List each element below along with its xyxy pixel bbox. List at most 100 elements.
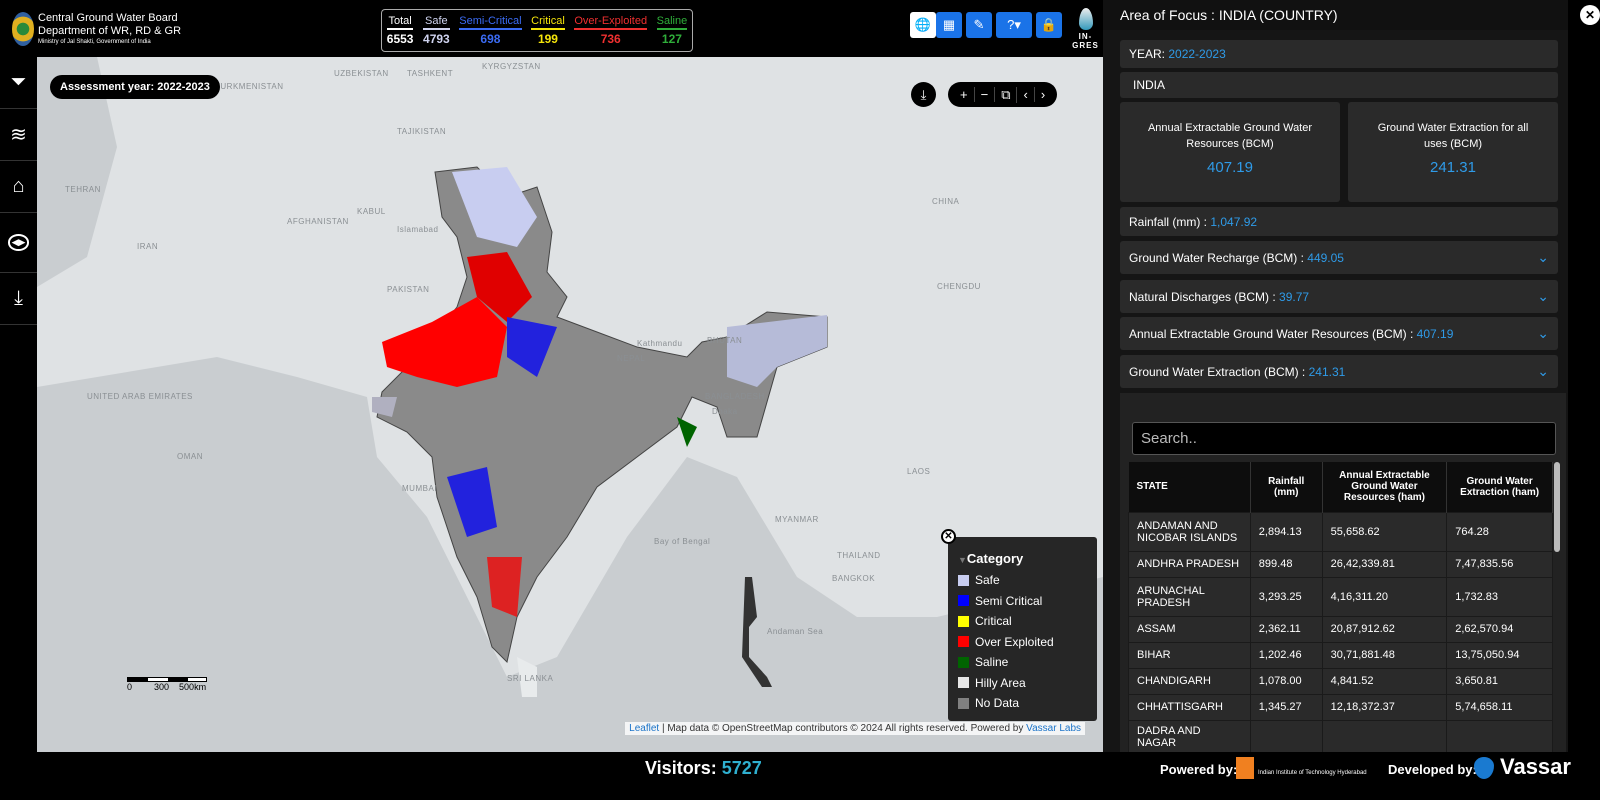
table-cell: CHANDIGARH <box>1128 667 1251 695</box>
legend-item[interactable]: No Data <box>958 693 1087 714</box>
lock-icon[interactable]: 🔒 <box>1036 12 1062 38</box>
chevron-down-icon: ⌄ <box>1537 363 1549 379</box>
map[interactable]: UZBEKISTAN TASHKENT KYRGYZSTAN TURKMENISTAN… <box>37 57 1103 752</box>
column-header[interactable]: Rainfall (mm) <box>1250 462 1323 512</box>
column-header[interactable]: STATE <box>1128 462 1251 512</box>
map-label: Andaman Sea <box>767 627 824 636</box>
help-dropdown-icon[interactable]: ?▾ <box>996 12 1032 38</box>
table-row[interactable]: ANDAMAN AND NICOBAR ISLANDS 2,894.13 55,65… <box>1128 511 1553 552</box>
swap-icon[interactable]: ◀▶ <box>0 213 37 273</box>
map-label: NEPAL <box>617 354 646 363</box>
home-icon[interactable]: ⌂ <box>0 161 37 213</box>
map-attribution: Leaflet | Map data © OpenStreetMap contr… <box>625 722 1085 735</box>
table-row[interactable]: ARUNACHAL PRADESH 3,293.25 4,16,311.20 1,73… <box>1128 576 1553 617</box>
search-input[interactable] <box>1132 422 1556 455</box>
table-row[interactable]: ANDHRA PRADESH 899.48 26,42,339.81 7,47,835… <box>1128 550 1553 578</box>
map-label: CHENGDU <box>937 282 981 291</box>
accordion-item[interactable]: Natural Discharges (BCM) : 39.77 ⌄ <box>1120 280 1558 313</box>
safe-region <box>727 315 827 387</box>
table-cell: 5,74,658.11 <box>1446 693 1553 721</box>
count-total[interactable]: Total 6553 <box>386 15 414 51</box>
legend-item[interactable]: Critical <box>958 611 1087 632</box>
legend-item[interactable]: Hilly Area <box>958 673 1087 694</box>
powered-by-label: Powered by: <box>1160 762 1238 777</box>
table-row[interactable]: BIHAR 1,202.46 30,71,881.48 13,75,050.94 <box>1128 641 1553 669</box>
category-counts: Total 6553 Safe 4793 Semi-Critical 698 Critica… <box>381 9 693 52</box>
table-cell: 26,42,339.81 <box>1321 550 1448 578</box>
zoom-in-button[interactable]: + <box>954 87 975 102</box>
map-legend: ▼Category Safe Semi Critical Critical Over … <box>948 537 1097 721</box>
table-cell: 2,62,570.94 <box>1446 615 1553 643</box>
next-extent-button[interactable]: › <box>1035 87 1051 102</box>
region-row: INDIA <box>1120 72 1558 98</box>
accordion-item[interactable]: Annual Extractable Ground Water Resource… <box>1120 317 1558 350</box>
filter-icon[interactable]: ⏷ <box>0 57 37 109</box>
table-cell: 20,87,912.62 <box>1321 615 1448 643</box>
legend-item[interactable]: Saline <box>958 652 1087 673</box>
count-saline[interactable]: Saline 127 <box>656 15 688 51</box>
assessment-year-badge: Assessment year: 2022-2023 <box>50 75 220 99</box>
saline-region <box>677 417 697 447</box>
count-safe[interactable]: Safe 4793 <box>423 15 450 51</box>
leaflet-link[interactable]: Leaflet <box>629 723 659 734</box>
table-cell: 7,47,835.56 <box>1446 550 1553 578</box>
table-row[interactable]: DADRA AND NAGAR <box>1128 719 1553 754</box>
table-cell: CHHATTISGARH <box>1128 693 1251 721</box>
table-cell <box>1249 719 1323 754</box>
legend-close-icon[interactable]: ✕ <box>941 529 956 544</box>
previous-extent-button[interactable]: ‹ <box>1017 87 1035 102</box>
download-map-icon[interactable]: ⤓ <box>911 82 936 107</box>
table-cell: ANDAMAN AND NICOBAR ISLANDS <box>1128 511 1251 552</box>
grid-icon[interactable]: ▦ <box>936 12 962 38</box>
legend-swatch <box>958 595 969 607</box>
card-extractable-resources: Annual Extractable Ground Water Resource… <box>1120 102 1340 202</box>
legend-title: Category <box>966 551 1024 566</box>
table-cell: 4,16,311.20 <box>1321 576 1448 617</box>
water-drop-icon <box>1078 8 1093 30</box>
map-label: TURKMENISTAN <box>215 82 284 91</box>
accordion-item[interactable]: Ground Water Extraction (BCM) : 241.31 ⌄ <box>1120 355 1558 388</box>
collapse-triangle-icon[interactable]: ▼ <box>958 555 967 565</box>
count-critical[interactable]: Critical 199 <box>531 15 565 51</box>
iith-logo <box>1236 757 1254 779</box>
map-label: SRI LANKA <box>507 674 554 683</box>
map-controls: + − ⧉ ‹ › <box>948 82 1058 107</box>
state-table-container: STATERainfall (mm)Annual Extractable Gro… <box>1120 393 1566 754</box>
panel-close-icon[interactable]: ✕ <box>1580 5 1600 25</box>
map-label: MUMBAI <box>402 484 437 493</box>
chevron-down-icon: ⌄ <box>1537 325 1549 341</box>
column-header[interactable]: Ground Water Extraction (ham) <box>1446 462 1553 512</box>
count-semi-critical[interactable]: Semi-Critical 698 <box>459 15 522 51</box>
map-label: AFGHANISTAN <box>287 217 349 226</box>
column-header[interactable]: Annual Extractable Ground Water Resource… <box>1322 462 1448 512</box>
table-scrollbar[interactable] <box>1554 462 1560 552</box>
legend-swatch <box>958 615 969 627</box>
legend-item[interactable]: Safe <box>958 570 1087 591</box>
zoom-out-button[interactable]: − <box>975 87 996 102</box>
table-row[interactable]: CHHATTISGARH 1,345.27 12,18,372.37 5,74,658… <box>1128 693 1553 721</box>
table-cell: ASSAM <box>1128 615 1251 643</box>
map-label: Dhaka <box>712 407 738 416</box>
zoom-extent-icon[interactable]: ⧉ <box>995 86 1018 103</box>
legend-item[interactable]: Over Exploited <box>958 632 1087 653</box>
legend-item[interactable]: Semi Critical <box>958 591 1087 612</box>
table-row[interactable]: ASSAM 2,362.11 20,87,912.62 2,62,570.94 <box>1128 615 1553 643</box>
globe-icon[interactable]: 🌐 <box>910 12 936 38</box>
legend-swatch <box>958 574 969 586</box>
map-label: BANGKOK <box>832 574 876 583</box>
table-cell: 899.48 <box>1249 550 1323 578</box>
table-cell: 4,841.52 <box>1321 667 1448 695</box>
download-icon[interactable]: ⤓ <box>0 273 37 325</box>
ingres-logo: IN-GRES <box>1068 8 1103 50</box>
vassar-link[interactable]: Vassar Labs <box>1026 723 1081 734</box>
count-over-exploited[interactable]: Over-Exploited 736 <box>574 15 648 51</box>
accordion-item[interactable]: Ground Water Recharge (BCM) : 449.05 ⌄ <box>1120 241 1558 274</box>
table-row[interactable]: CHANDIGARH 1,078.00 4,841.52 3,650.81 <box>1128 667 1553 695</box>
table-cell: 2,362.11 <box>1249 615 1323 643</box>
map-label: LAOS <box>907 467 931 476</box>
rainfall-row: Rainfall (mm) : 1,047.92 <box>1120 207 1558 236</box>
layers-icon[interactable]: ≋ <box>0 109 37 161</box>
vassar-logo: Vassar <box>1500 754 1571 779</box>
edit-icon[interactable]: ✎ <box>966 12 992 38</box>
table-cell: 3,650.81 <box>1446 667 1553 695</box>
